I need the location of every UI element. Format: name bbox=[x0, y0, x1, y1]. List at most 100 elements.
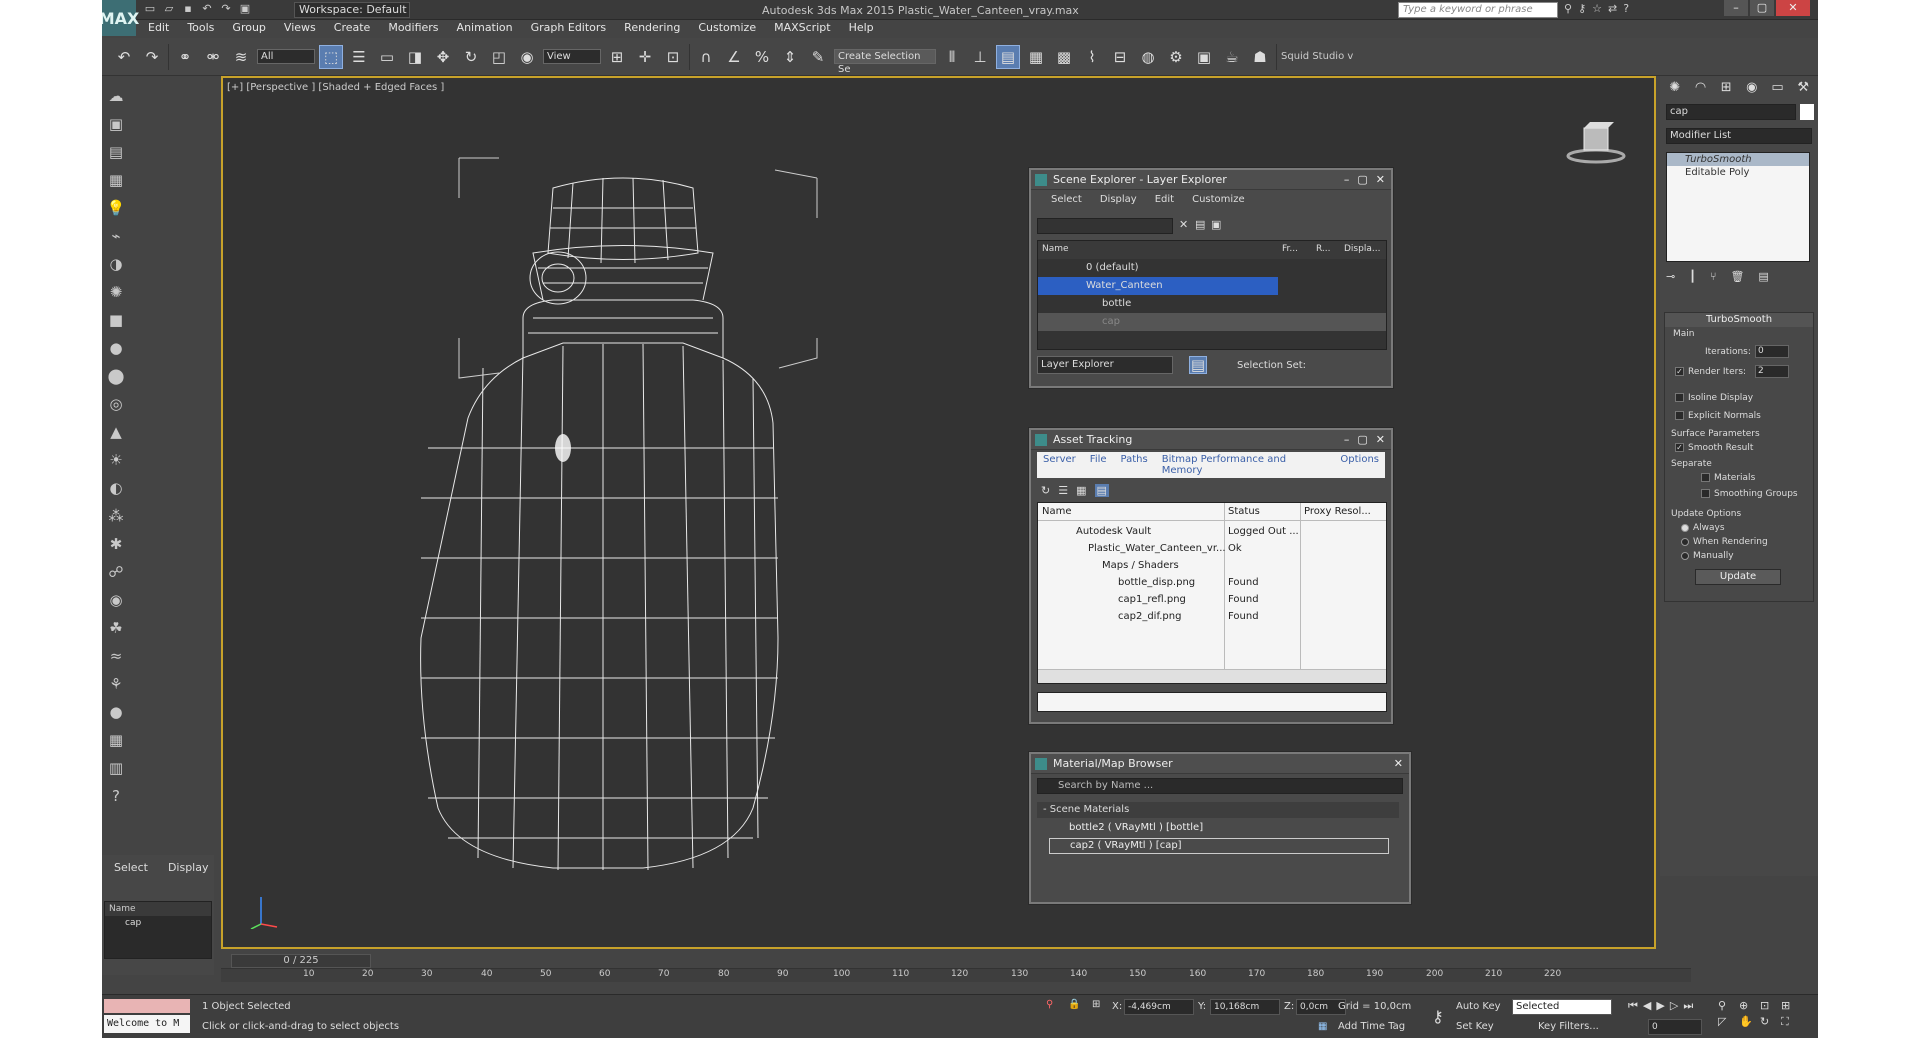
layers-icon[interactable]: ▤ bbox=[1189, 356, 1207, 374]
menu-animation[interactable]: Animation bbox=[457, 21, 513, 37]
material-editor-icon[interactable]: ◍ bbox=[1136, 45, 1160, 69]
unlink-icon[interactable]: ⚮ bbox=[201, 45, 225, 69]
menu-graph-editors[interactable]: Graph Editors bbox=[531, 21, 607, 37]
isolate-icon[interactable]: ⚲ bbox=[1046, 999, 1053, 1010]
rendered-frame-icon[interactable]: ▣ bbox=[1192, 45, 1216, 69]
select-object-icon[interactable]: ⬚ bbox=[319, 44, 343, 69]
align-icon[interactable]: ⊥ bbox=[968, 45, 992, 69]
statistics-icon[interactable]: ▥ bbox=[105, 758, 127, 779]
cloth-icon[interactable]: ⚘ bbox=[105, 674, 127, 695]
asset-tracking-titlebar[interactable]: Asset Tracking – ▢ ✕ bbox=[1031, 430, 1391, 450]
panel-close-button[interactable]: ✕ bbox=[1376, 433, 1385, 446]
y-coordinate-field[interactable]: 10,168cm bbox=[1210, 999, 1280, 1015]
undo-icon[interactable]: ↶ bbox=[199, 2, 215, 17]
menu-modifiers[interactable]: Modifiers bbox=[388, 21, 438, 37]
asset-row[interactable]: Plastic_Water_Canteen_vr... Ok bbox=[1038, 540, 1386, 558]
zoom-icon[interactable]: ⚲ bbox=[1718, 999, 1736, 1012]
asset-row[interactable]: Maps / Shaders bbox=[1038, 557, 1386, 575]
selection-filter-dropdown[interactable]: All bbox=[257, 49, 315, 64]
globe-icon[interactable]: ◉ bbox=[105, 590, 127, 611]
next-frame-icon[interactable]: ▷ bbox=[1670, 999, 1678, 1013]
se-col-freeze[interactable]: Fr... bbox=[1282, 244, 1298, 254]
scene-materials-group[interactable]: - Scene Materials bbox=[1037, 802, 1399, 818]
key-icon[interactable]: ⚷ bbox=[1578, 2, 1586, 15]
cone-icon[interactable]: ▲ bbox=[105, 422, 127, 443]
se-menu-customize[interactable]: Customize bbox=[1192, 194, 1245, 205]
tab-select[interactable]: Select bbox=[114, 861, 148, 874]
object-name-field[interactable]: cap bbox=[1666, 104, 1796, 120]
project-icon[interactable]: ▣ bbox=[237, 2, 253, 17]
spacewarps-icon[interactable]: ✺ bbox=[105, 282, 127, 303]
rotate-icon[interactable]: ↻ bbox=[459, 45, 483, 69]
se-row-bottle[interactable]: bottle bbox=[1038, 295, 1386, 313]
minimize-button[interactable]: – bbox=[1724, 0, 1748, 16]
biped-icon[interactable]: ☍ bbox=[105, 562, 127, 583]
at-col-proxy[interactable]: Proxy Resol... bbox=[1304, 506, 1371, 517]
spinner-snap-icon[interactable]: ⇕ bbox=[778, 45, 802, 69]
material-search-input[interactable]: Search by Name ... bbox=[1037, 778, 1403, 794]
se-col-render[interactable]: R... bbox=[1316, 244, 1331, 254]
panel-minimize-button[interactable]: – bbox=[1344, 433, 1350, 446]
se-menu-display[interactable]: Display bbox=[1100, 194, 1137, 205]
go-to-end-icon[interactable]: ⏭ bbox=[1683, 999, 1693, 1013]
at-menu-server[interactable]: Server bbox=[1043, 454, 1076, 476]
help-circle-icon[interactable]: ? bbox=[105, 786, 127, 807]
current-frame-field[interactable]: 0 bbox=[1648, 1019, 1702, 1035]
edit-named-selection-icon[interactable]: ✎ bbox=[806, 45, 830, 69]
hair-icon[interactable]: ≈ bbox=[105, 646, 127, 667]
layer-add-icon[interactable]: ▣ bbox=[1211, 218, 1221, 231]
side-list-item[interactable]: cap bbox=[105, 916, 211, 930]
key-filters-button[interactable]: Key Filters... bbox=[1538, 1021, 1599, 1032]
se-row-water-canteen[interactable]: Water_Canteen bbox=[1038, 277, 1278, 295]
asset-row[interactable]: cap2_dif.png Found bbox=[1038, 608, 1386, 626]
when-rendering-radio[interactable]: When Rendering bbox=[1681, 537, 1768, 547]
particles-icon[interactable]: ⁂ bbox=[105, 506, 127, 527]
show-end-result-icon[interactable]: ┃ bbox=[1689, 270, 1696, 283]
teapot-icon[interactable]: ◐ bbox=[105, 478, 127, 499]
redo-icon[interactable]: ↷ bbox=[140, 45, 164, 69]
iterations-spinner[interactable]: 0 bbox=[1755, 345, 1789, 358]
render-production-icon[interactable]: ☕ bbox=[1220, 45, 1244, 69]
window-crossing-icon[interactable]: ◨ bbox=[403, 45, 427, 69]
se-row-cap[interactable]: cap bbox=[1038, 313, 1386, 331]
clear-search-icon[interactable]: ✕ bbox=[1179, 218, 1188, 231]
display-tab-icon[interactable]: ▭ bbox=[1767, 80, 1789, 98]
motion-tab-icon[interactable]: ◉ bbox=[1741, 80, 1763, 98]
helpers-icon[interactable]: ◑ bbox=[105, 254, 127, 275]
layer-explorer-dropdown[interactable]: Layer Explorer bbox=[1037, 356, 1173, 374]
stack-item-turbosmooth[interactable]: TurboSmooth bbox=[1667, 153, 1809, 166]
filter-icon[interactable]: ▤ bbox=[1195, 218, 1205, 231]
at-menu-options[interactable]: Options bbox=[1340, 454, 1379, 476]
camera-icon[interactable]: ⌁ bbox=[105, 226, 127, 247]
object-color-swatch[interactable] bbox=[1800, 104, 1814, 120]
render-setup-icon[interactable]: ⚙ bbox=[1164, 45, 1188, 69]
viewcube-icon[interactable] bbox=[1566, 118, 1626, 168]
light-icon[interactable]: 💡 bbox=[105, 198, 127, 219]
set-key-button[interactable]: Set Key bbox=[1456, 1021, 1494, 1032]
at-menu-file[interactable]: File bbox=[1090, 454, 1107, 476]
menu-help[interactable]: Help bbox=[849, 21, 874, 37]
cylinder-icon[interactable]: ⬤ bbox=[105, 366, 127, 387]
workspace-dropdown[interactable]: Workspace: Default bbox=[294, 2, 410, 18]
orbit-icon[interactable]: ↻ bbox=[1760, 1015, 1778, 1029]
reference-coordinate-dropdown[interactable]: View bbox=[543, 49, 601, 64]
keyboard-shortcut-icon[interactable]: ⊡ bbox=[661, 45, 685, 69]
select-by-name-icon[interactable]: ☰ bbox=[347, 45, 371, 69]
save-icon[interactable]: ▪ bbox=[180, 2, 196, 17]
star-icon[interactable]: ☆ bbox=[1592, 2, 1602, 15]
previous-frame-icon[interactable]: ◀ bbox=[1643, 999, 1651, 1013]
se-menu-edit[interactable]: Edit bbox=[1155, 194, 1174, 205]
smoothing-groups-checkbox[interactable]: Smoothing Groups bbox=[1701, 489, 1798, 499]
snaps-toggle-icon[interactable]: ∩ bbox=[694, 45, 718, 69]
at-col-name[interactable]: Name bbox=[1042, 506, 1072, 517]
at-menu-bitmap[interactable]: Bitmap Performance and Memory bbox=[1162, 454, 1327, 476]
scale-icon[interactable]: ◰ bbox=[487, 45, 511, 69]
render-iters-spinner[interactable]: 2 bbox=[1755, 365, 1789, 378]
render-studio-label[interactable]: Squid Studio v bbox=[1281, 51, 1353, 62]
box-icon[interactable]: ■ bbox=[105, 310, 127, 331]
se-col-name[interactable]: Name bbox=[1042, 244, 1069, 254]
remove-modifier-icon[interactable]: 🗑 bbox=[1730, 270, 1744, 283]
add-time-tag[interactable]: Add Time Tag bbox=[1338, 1021, 1405, 1032]
asset-row[interactable]: cap1_refl.png Found bbox=[1038, 591, 1386, 609]
play-icon[interactable]: ▶ bbox=[1656, 999, 1664, 1013]
